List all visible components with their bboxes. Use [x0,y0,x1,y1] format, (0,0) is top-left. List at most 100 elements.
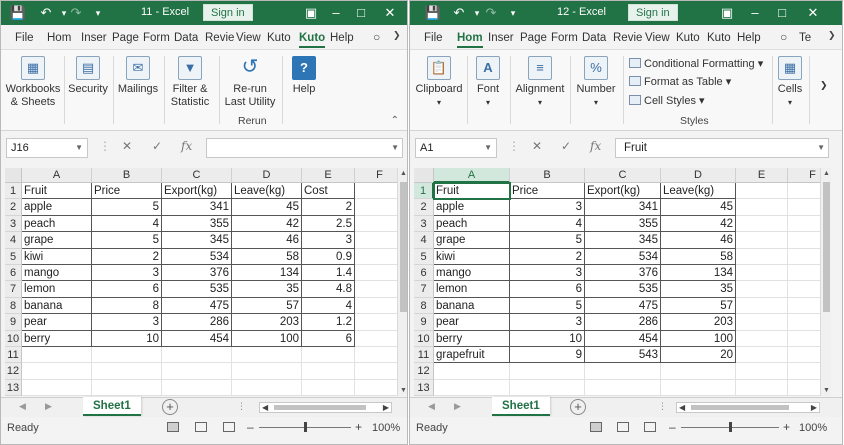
tab-help[interactable]: Help [737,32,761,44]
tab-file[interactable]: File [424,32,443,44]
empty-cell[interactable] [788,298,820,315]
cells-button[interactable]: ▦ Cells ▾ [775,54,805,109]
empty-cell[interactable] [355,183,397,200]
table-cell[interactable]: 286 [585,314,661,331]
prev-sheet-icon[interactable]: ◀ [428,401,435,412]
table-cell[interactable]: 376 [585,265,661,282]
empty-cell[interactable] [92,363,162,380]
row-header-4[interactable]: 4 [414,232,434,249]
empty-cell[interactable] [434,379,510,396]
table-cell[interactable]: 535 [162,281,232,298]
table-cell[interactable]: 4 [510,215,585,233]
ribbon-display-icon[interactable]: ▣ [717,3,737,23]
empty-cell[interactable] [510,379,585,396]
table-cell[interactable]: 3 [510,265,585,282]
table-cell[interactable]: apple [434,199,510,216]
table-cell[interactable]: 8 [92,297,162,315]
lightbulb-icon[interactable]: ○ [373,30,380,44]
empty-cell[interactable] [661,379,736,396]
next-sheet-icon[interactable]: ▶ [45,401,52,412]
column-header-f[interactable]: F [355,168,397,183]
empty-cell[interactable] [355,363,397,380]
redo-icon[interactable]: ↷ [67,4,85,22]
scroll-left-icon[interactable]: ◀ [679,403,685,412]
page-layout-view-icon[interactable] [617,422,629,432]
empty-cell[interactable] [788,331,820,347]
name-box[interactable]: A1 ▼ [415,138,497,158]
table-cell[interactable]: 3 [510,314,585,331]
table-cell[interactable]: pear [434,314,510,331]
empty-cell[interactable] [355,380,397,396]
table-cell[interactable]: 2 [92,248,162,265]
table-header-cell[interactable]: Cost [302,183,355,200]
scroll-up-icon[interactable]: ▲ [398,170,407,177]
empty-cell[interactable] [788,281,820,298]
empty-cell[interactable] [355,314,397,331]
save-icon[interactable]: 💾 [9,4,27,22]
scroll-thumb[interactable] [691,405,789,410]
table-cell[interactable]: 58 [661,248,736,265]
row-header-5[interactable]: 5 [5,248,22,265]
collapse-ribbon-icon[interactable]: ⌃ [391,115,399,126]
worksheet-grid[interactable]: A B C D E F 1 Fruit Price Export(kg) Leave(kg) 2 app… [414,168,820,396]
row-header-6[interactable]: 6 [414,265,434,282]
empty-cell[interactable] [162,379,232,396]
tab-page-layout[interactable]: Page [520,32,547,44]
table-cell[interactable]: 3 [510,199,585,216]
empty-cell[interactable] [585,379,661,396]
zoom-in-icon[interactable]: + [783,420,790,434]
empty-cell[interactable] [736,314,788,331]
table-cell[interactable]: 5 [510,297,585,315]
scroll-left-icon[interactable]: ◀ [262,403,268,412]
empty-cell[interactable] [736,199,788,216]
row-header-12[interactable]: 12 [414,363,434,380]
empty-cell[interactable] [355,216,397,233]
name-box[interactable]: J16 ▼ [6,138,88,158]
empty-cell[interactable] [788,183,820,200]
tab-data[interactable]: Data [174,32,198,44]
row-header-11[interactable]: 11 [5,347,22,364]
enter-icon[interactable]: ✓ [152,139,162,153]
cancel-icon[interactable]: ✕ [122,139,132,153]
row-header-12[interactable]: 12 [5,363,22,380]
row-header-7[interactable]: 7 [5,281,22,298]
table-cell[interactable]: 42 [661,215,736,233]
scroll-thumb[interactable] [400,182,407,312]
row-header-8[interactable]: 8 [5,297,22,315]
column-header-e[interactable]: E [736,168,788,183]
empty-cell[interactable] [736,183,788,200]
column-header-d[interactable]: D [661,168,736,183]
formula-input[interactable]: Fruit ▼ [615,138,829,158]
row-header-1[interactable]: 1 [414,183,434,200]
table-cell[interactable]: mango [434,265,510,282]
filter-statistic-button[interactable]: ▼ Filter & Statistic [167,54,213,109]
number-button[interactable]: % Number ▾ [574,54,618,109]
tab-tell-me[interactable]: Te [799,32,811,44]
table-cell[interactable]: 4.8 [302,281,355,298]
row-header-3[interactable]: 3 [5,215,22,233]
empty-cell[interactable] [92,379,162,396]
alignment-button[interactable]: ≡ Alignment ▾ [514,54,566,109]
table-header-cell[interactable]: Export(kg) [162,183,232,200]
row-header-11[interactable]: 11 [414,347,434,364]
table-header-cell[interactable]: Fruit [22,183,92,200]
table-cell[interactable]: 134 [232,265,302,282]
table-header-cell[interactable]: Fruit [434,183,510,200]
scroll-thumb[interactable] [274,405,366,410]
rerun-last-utility-button[interactable]: ↺ Re-run Last Utility [223,54,277,109]
ribbon-display-icon[interactable]: ▣ [301,3,321,23]
empty-cell[interactable] [302,347,355,364]
empty-cell[interactable] [788,265,820,282]
table-cell[interactable]: grapefruit [434,347,510,364]
formula-bar-menu-icon[interactable]: ⋮ [508,139,520,153]
column-header-a[interactable]: A [434,168,510,183]
empty-cell[interactable] [232,363,302,380]
empty-cell[interactable] [788,363,820,380]
lightbulb-icon[interactable]: ○ [780,30,787,44]
empty-cell[interactable] [736,347,788,364]
table-cell[interactable]: 45 [661,199,736,216]
table-cell[interactable]: 355 [162,215,232,233]
sheet-tab-sheet1[interactable]: Sheet1 [492,397,550,416]
table-header-cell[interactable]: Leave(kg) [661,183,736,200]
empty-cell[interactable] [788,216,820,233]
